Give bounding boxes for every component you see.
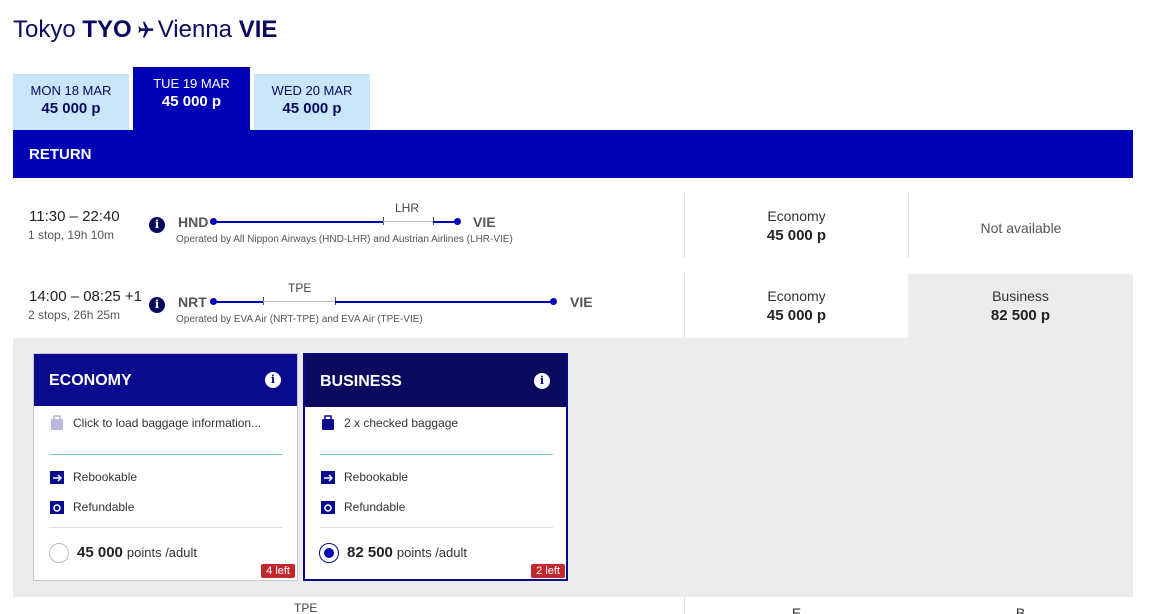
destination-airport: VIE	[473, 214, 496, 230]
seats-left-badge: 2 left	[531, 564, 565, 578]
route-dot	[550, 298, 557, 305]
baggage-info: 2 x checked baggage	[320, 415, 458, 431]
date-tab-date: TUE 19 MAR	[153, 76, 230, 91]
info-icon[interactable]: i	[265, 372, 281, 388]
date-tab-price: 45 000 p	[41, 100, 101, 117]
via-airport: TPE	[294, 601, 318, 614]
rebookable-feature: Rebookable	[49, 469, 137, 485]
fare-class: Economy	[767, 288, 826, 304]
seats-left-badge: 4 left	[261, 564, 295, 578]
fare-business: Not available	[908, 194, 1133, 258]
via-airport: LHR	[395, 201, 420, 215]
date-tab-wed-20[interactable]: WED 20 MAR 45 000 p	[254, 74, 370, 130]
date-tab-price: 45 000 p	[161, 93, 222, 110]
origin-airport: HND	[178, 214, 209, 230]
fare-radio-business[interactable]	[319, 543, 339, 563]
route-dot	[454, 218, 461, 225]
fare-class: Economy	[767, 208, 826, 224]
fare-price-unit: points /adult	[126, 545, 197, 560]
divider	[49, 454, 282, 455]
route-line	[433, 221, 455, 223]
fare-radio-economy[interactable]	[49, 543, 69, 563]
refundable-feature: Refundable	[49, 499, 134, 515]
divider	[320, 454, 553, 455]
fare-class: Business	[992, 288, 1049, 304]
refundable-feature: Refundable	[320, 499, 405, 515]
destination-airport: VIE	[570, 294, 593, 310]
fare-card-title-text: BUSINESS	[320, 373, 402, 390]
fare-price-points: 82 500	[347, 544, 393, 561]
fare-card-title: ECONOMY i	[34, 354, 297, 406]
refundable-text: Refundable	[73, 500, 135, 514]
refund-icon	[49, 499, 65, 515]
rebook-icon	[49, 469, 65, 485]
date-tab-date: MON 18 MAR	[30, 83, 112, 98]
fare-card-business[interactable]: BUSINESS i 2 x checked baggage Rebookabl…	[303, 353, 568, 581]
rebook-icon	[320, 469, 336, 485]
route-line	[213, 301, 263, 303]
fare-class-partial: E	[684, 597, 908, 614]
route-line	[335, 301, 553, 303]
refund-icon	[320, 499, 336, 515]
flight-row[interactable]: 11:30 – 22:40 1 stop, 19h 10m i HND LHR …	[13, 194, 1133, 258]
via-airport: TPE	[288, 281, 312, 295]
route-line	[213, 221, 383, 223]
operated-by: Operated by All Nippon Airways (HND-LHR)…	[176, 234, 513, 245]
origin-code: TYO	[82, 16, 132, 43]
layover-line	[263, 301, 335, 302]
destination-code: VIE	[238, 16, 278, 43]
route-title: Tokyo TYO Vienna VIE	[13, 16, 277, 47]
flight-times: 11:30 – 22:40	[29, 208, 120, 225]
date-tab-mon-18[interactable]: MON 18 MAR 45 000 p	[13, 74, 129, 130]
baggage-info[interactable]: Click to load baggage information...	[49, 415, 261, 431]
origin-city: Tokyo	[13, 16, 76, 43]
destination-city: Vienna	[157, 16, 233, 43]
fare-card-title: BUSINESS i	[305, 355, 566, 407]
baggage-text: 2 x checked baggage	[344, 416, 459, 430]
fare-business-selected[interactable]: Business 82 500 p	[908, 274, 1133, 338]
divider	[49, 527, 282, 528]
plane-icon	[134, 19, 156, 47]
fare-not-available: Not available	[980, 220, 1062, 236]
rebookable-feature: Rebookable	[320, 469, 408, 485]
baggage-icon	[49, 415, 65, 431]
section-header-return: RETURN	[13, 130, 1133, 178]
fare-card-title-text: ECONOMY	[49, 372, 132, 389]
info-icon[interactable]: i	[149, 297, 165, 313]
origin-airport: NRT	[178, 294, 207, 310]
date-tab-price: 45 000 p	[282, 100, 342, 117]
flight-times: 14:00 – 08:25 +1	[29, 288, 143, 305]
flight-stops: 1 stop, 19h 10m	[28, 228, 115, 242]
fare-points: 82 500 p	[990, 307, 1051, 324]
fare-points: 45 000 p	[766, 307, 827, 324]
layover-line	[383, 221, 433, 222]
fare-class-partial: B	[908, 597, 1133, 614]
refundable-text: Refundable	[344, 500, 406, 514]
fare-price: 45 000 points /adult	[77, 544, 197, 561]
flight-stops: 2 stops, 26h 25m	[28, 308, 121, 322]
flight-row-partial[interactable]: TPE E	[13, 597, 908, 614]
info-icon[interactable]: i	[149, 217, 165, 233]
fare-price-unit: points /adult	[396, 545, 467, 560]
rebookable-text: Rebookable	[344, 470, 409, 484]
divider	[320, 527, 553, 528]
fare-price: 82 500 points /adult	[347, 544, 467, 561]
fare-economy[interactable]: Economy 45 000 p	[684, 194, 908, 258]
date-tab-date: WED 20 MAR	[271, 83, 353, 98]
info-icon[interactable]: i	[534, 373, 550, 389]
fare-points: 45 000 p	[766, 227, 827, 244]
baggage-text: Click to load baggage information...	[73, 416, 262, 430]
operated-by: Operated by EVA Air (NRT-TPE) and EVA Ai…	[176, 314, 423, 325]
date-tab-tue-19[interactable]: TUE 19 MAR 45 000 p	[133, 67, 250, 130]
rebookable-text: Rebookable	[73, 470, 138, 484]
fare-economy[interactable]: Economy 45 000 p	[684, 274, 908, 338]
flight-row[interactable]: 14:00 – 08:25 +1 2 stops, 26h 25m i NRT …	[13, 274, 908, 338]
fare-price-points: 45 000	[77, 544, 123, 561]
baggage-icon	[320, 415, 336, 431]
fare-card-economy[interactable]: ECONOMY i Click to load baggage informat…	[33, 353, 298, 581]
